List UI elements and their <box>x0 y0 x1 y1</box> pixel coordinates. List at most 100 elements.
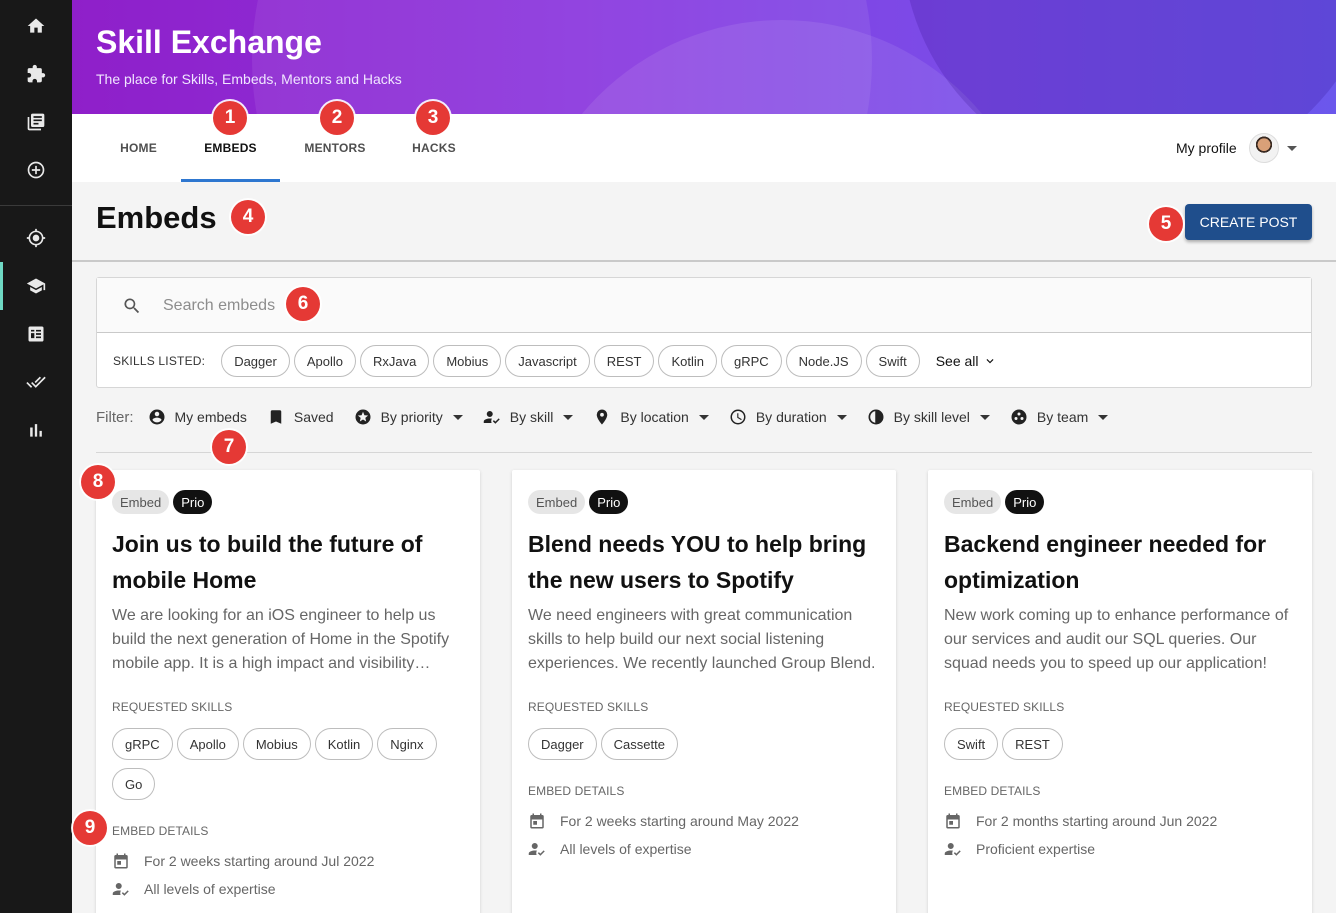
skill-chip[interactable]: Dagger <box>221 345 290 377</box>
filter-label-text: By skill <box>509 409 554 425</box>
annotation-badge: 8 <box>81 465 115 499</box>
requested-skills-label: REQUESTED SKILLS <box>944 700 1065 714</box>
skill-chip[interactable]: gRPC <box>112 728 173 760</box>
annotation-badge: 9 <box>73 811 107 845</box>
card-title[interactable]: Backend engineer needed for optimization <box>944 526 1294 598</box>
duration-text: For 2 weeks starting around May 2022 <box>560 813 799 829</box>
contrast-icon <box>868 409 884 425</box>
plus-circle-icon[interactable] <box>0 146 72 194</box>
team-icon <box>1011 409 1027 425</box>
card-tags: Embed Prio <box>528 490 629 514</box>
active-tab-indicator <box>181 179 280 182</box>
filter-by-duration[interactable]: By duration <box>729 408 847 426</box>
tab-home[interactable]: HOME <box>100 114 177 182</box>
skill-chip[interactable]: Cassette <box>600 728 678 760</box>
star-circle-icon <box>355 409 371 425</box>
requested-skills-label: REQUESTED SKILLS <box>528 700 649 714</box>
filter-by-team[interactable]: By team <box>1010 408 1109 426</box>
calendar-icon <box>114 853 128 869</box>
target-icon[interactable] <box>0 214 72 262</box>
type-tag: Embed <box>112 490 170 514</box>
filter-divider <box>96 452 1312 453</box>
embed-details-label: EMBED DETAILS <box>528 784 625 798</box>
filter-by-location[interactable]: By location <box>593 408 709 426</box>
filter-my-embeds[interactable]: My embeds <box>148 408 247 426</box>
expertise-text: All levels of expertise <box>560 841 692 857</box>
skill-chip[interactable]: Apollo <box>176 728 239 760</box>
skill-chip[interactable]: Mobius <box>242 728 311 760</box>
skill-chip[interactable]: gRPC <box>720 345 782 377</box>
skill-chip[interactable]: Javascript <box>505 345 590 377</box>
embed-card[interactable]: Embed Prio Backend engineer needed for o… <box>928 470 1312 913</box>
filter-label-text: By team <box>1036 409 1089 425</box>
skill-chip[interactable]: Apollo <box>293 345 356 377</box>
duration-detail: For 2 months starting around Jun 2022 <box>944 812 1217 830</box>
embed-card[interactable]: Embed Prio Join us to build the future o… <box>96 470 480 913</box>
dashboard-icon[interactable] <box>0 310 72 358</box>
skill-chip[interactable]: Node.JS <box>785 345 862 377</box>
skill-chip[interactable]: Kotlin <box>314 728 374 760</box>
skill-chip[interactable]: Mobius <box>433 345 502 377</box>
embed-details-label: EMBED DETAILS <box>112 824 209 838</box>
page-title: Embeds <box>96 200 217 235</box>
profile-label: My profile <box>1176 140 1237 156</box>
skill-chip[interactable]: Nginx <box>377 728 437 760</box>
requested-skills-label: REQUESTED SKILLS <box>112 700 233 714</box>
library-icon[interactable] <box>0 98 72 146</box>
card-title[interactable]: Join us to build the future of mobile Ho… <box>112 526 462 598</box>
duration-detail: For 2 weeks starting around Jul 2022 <box>112 852 374 870</box>
person-check-icon <box>483 411 500 424</box>
annotation-badge: 3 <box>416 101 450 135</box>
card-tags: Embed Prio <box>944 490 1045 514</box>
skill-chip[interactable]: Swift <box>865 345 920 377</box>
sidebar <box>0 0 72 913</box>
annotation-badge: 6 <box>286 287 320 321</box>
sidebar-divider <box>0 205 72 206</box>
expertise-text: All levels of expertise <box>144 881 276 897</box>
embed-card[interactable]: Embed Prio Blend needs YOU to help bring… <box>512 470 896 913</box>
annotation-badge: 4 <box>231 200 265 234</box>
skill-chip[interactable]: RxJava <box>359 345 430 377</box>
see-all-button[interactable]: See all <box>936 353 997 369</box>
home-icon[interactable] <box>0 2 72 50</box>
annotation-badge: 2 <box>320 101 354 135</box>
duration-detail: For 2 weeks starting around May 2022 <box>528 812 799 830</box>
expertise-detail: Proficient expertise <box>944 840 1095 858</box>
search-icon <box>124 298 140 314</box>
caret-down-icon <box>836 414 847 420</box>
profile-menu[interactable]: My profile <box>1176 132 1297 164</box>
skill-chip[interactable]: REST <box>593 345 655 377</box>
card-description: We are looking for an iOS engineer to he… <box>112 607 450 672</box>
header-decoration <box>902 0 1336 114</box>
card-title[interactable]: Blend needs YOU to help bring the new us… <box>528 526 878 598</box>
search-panel: SKILLS LISTED: Dagger Apollo RxJava Mobi… <box>96 277 1312 388</box>
graduation-cap-icon[interactable] <box>0 262 72 310</box>
skills-listed-label: SKILLS LISTED: <box>113 354 206 368</box>
see-all-label: See all <box>935 353 979 369</box>
puzzle-icon[interactable] <box>0 50 72 98</box>
create-post-button[interactable]: CREATE POST <box>1185 204 1312 240</box>
skill-chip[interactable]: Swift <box>944 728 999 760</box>
skills-filter-row: SKILLS LISTED: Dagger Apollo RxJava Mobi… <box>113 344 997 378</box>
filter-by-skill[interactable]: By skill <box>483 408 574 426</box>
skill-chip[interactable]: Dagger <box>528 728 597 760</box>
filter-label-text: Saved <box>293 409 334 425</box>
filter-by-skill-level[interactable]: By skill level <box>867 408 990 426</box>
priority-tag: Prio <box>1005 490 1045 514</box>
skill-chip[interactable]: Go <box>112 768 156 800</box>
person-check-icon <box>944 843 961 856</box>
calendar-icon <box>946 813 960 829</box>
app-subtitle: The place for Skills, Embeds, Mentors an… <box>96 71 402 87</box>
heading-divider <box>72 260 1336 262</box>
requested-skills: Swift REST <box>944 728 1304 768</box>
filter-saved[interactable]: Saved <box>267 408 334 426</box>
caret-down-icon <box>979 414 990 420</box>
bar-chart-icon[interactable] <box>0 406 72 454</box>
card-tags: Embed Prio <box>112 490 213 514</box>
card-description: New work coming up to enhance performanc… <box>944 607 1289 672</box>
filter-by-priority[interactable]: By priority <box>354 408 463 426</box>
double-check-icon[interactable] <box>0 358 72 406</box>
duration-text: For 2 weeks starting around Jul 2022 <box>144 853 375 869</box>
skill-chip[interactable]: Kotlin <box>658 345 717 377</box>
skill-chip[interactable]: REST <box>1002 728 1063 760</box>
